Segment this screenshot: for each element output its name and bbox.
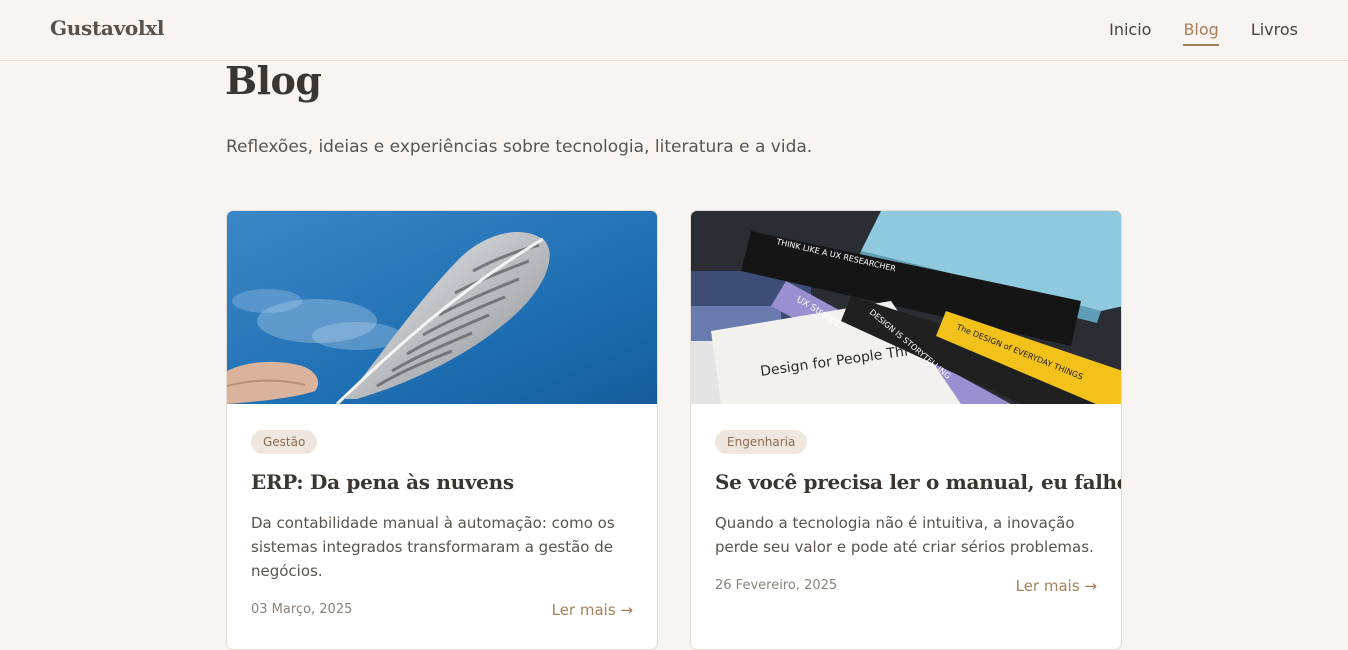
nav-item-blog[interactable]: Blog (1183, 20, 1219, 46)
category-tag[interactable]: Gestão (251, 430, 318, 454)
read-more-link[interactable]: Ler mais → (552, 601, 633, 619)
page-subtitle: Reflexões, ideias e experiências sobre t… (226, 137, 813, 157)
read-more-link[interactable]: Ler mais → (1016, 577, 1097, 595)
post-title[interactable]: Se você precisa ler o manual, eu falhei (715, 470, 1121, 494)
post-card[interactable]: THINK LIKE A UX RESEARCHER UX Strategy D… (690, 210, 1122, 650)
post-excerpt: Quando a tecnologia não é intuitiva, a i… (715, 514, 1094, 556)
post-card[interactable]: Gestão ERP: Da pena às nuvens Da contabi… (226, 210, 658, 650)
post-excerpt: Da contabilidade manual à automação: com… (251, 514, 615, 580)
post-date: 26 Fevereiro, 2025 (715, 578, 838, 593)
site-header: Gustavolxl Inicio Blog Livros (0, 0, 1348, 61)
page-title: Blog (225, 58, 322, 103)
nav-item-inicio[interactable]: Inicio (1109, 20, 1151, 46)
post-image-feather[interactable] (227, 211, 657, 404)
post-title[interactable]: ERP: Da pena às nuvens (251, 470, 514, 494)
category-tag[interactable]: Engenharia (715, 430, 808, 454)
main-nav: Inicio Blog Livros (1109, 20, 1298, 46)
post-date: 03 Março, 2025 (251, 602, 353, 617)
post-image-books[interactable]: THINK LIKE A UX RESEARCHER UX Strategy D… (691, 211, 1121, 404)
brand-logo-link[interactable]: Gustavolxl (50, 16, 164, 40)
nav-item-livros[interactable]: Livros (1251, 20, 1298, 46)
